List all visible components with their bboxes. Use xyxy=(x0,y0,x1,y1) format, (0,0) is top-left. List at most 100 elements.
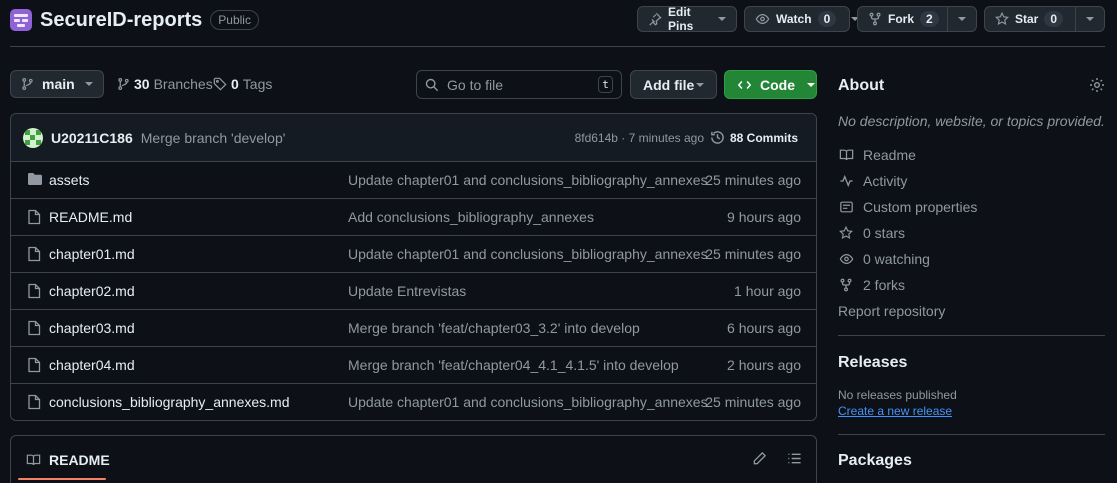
edit-pins-button[interactable]: Edit Pins xyxy=(637,5,737,33)
file-name-link[interactable]: README.md xyxy=(49,209,132,225)
commit-author[interactable]: U20211C186 xyxy=(51,130,133,146)
outline-list-icon[interactable] xyxy=(787,451,802,466)
file-commit-time: 25 minutes ago xyxy=(705,246,801,262)
file-icon xyxy=(27,394,41,410)
repo-header: SecureID-reports Public xyxy=(10,8,259,32)
fork-label: Fork xyxy=(888,12,915,26)
repo-logo-icon xyxy=(10,9,32,31)
search-icon xyxy=(425,78,439,92)
gear-icon[interactable] xyxy=(1089,77,1105,93)
commits-link[interactable]: 88 Commits xyxy=(710,130,798,145)
file-icon xyxy=(27,320,41,336)
report-repository-link[interactable]: Report repository xyxy=(838,303,945,319)
avatar[interactable] xyxy=(23,127,43,148)
tags-label: Tags xyxy=(242,76,273,92)
file-name-link[interactable]: chapter04.md xyxy=(49,357,135,373)
readme-tab-label: README xyxy=(49,452,110,468)
file-commit-message-link[interactable]: Update Entrevistas xyxy=(348,283,466,299)
fork-count: 2 xyxy=(920,11,939,27)
chevron-down-icon xyxy=(718,17,726,21)
sidebar-item-label: Custom properties xyxy=(863,199,978,215)
watch-count: 0 xyxy=(817,11,837,27)
no-releases-text: No releases published xyxy=(838,388,957,402)
sidebar-item-custom-properties[interactable]: Custom properties xyxy=(838,199,977,215)
visibility-badge: Public xyxy=(210,10,259,30)
chevron-down-icon xyxy=(1086,17,1094,21)
code-button[interactable]: Code xyxy=(724,70,817,99)
star-dropdown[interactable] xyxy=(1076,7,1104,31)
file-name-link[interactable]: assets xyxy=(49,172,89,188)
go-to-file-input[interactable]: Go to file t xyxy=(416,70,622,99)
commit-hash-time[interactable]: 8fd614b · 7 minutes ago xyxy=(575,131,704,145)
star-icon xyxy=(838,226,854,240)
readme-tab[interactable]: README xyxy=(26,452,110,468)
sidebar-item-readme[interactable]: Readme xyxy=(838,147,916,163)
tags-count: 0 xyxy=(231,76,239,92)
chevron-down-icon xyxy=(696,82,704,87)
branch-name: main xyxy=(42,76,75,92)
file-name-link[interactable]: conclusions_bibliography_annexes.md xyxy=(49,394,290,410)
file-commit-message-link[interactable]: Merge branch 'feat/chapter03_3.2' into d… xyxy=(348,320,640,336)
file-commit-message-link[interactable]: Update chapter01 and conclusions_bibliog… xyxy=(348,246,708,262)
code-icon xyxy=(737,78,752,92)
create-release-link[interactable]: Create a new release xyxy=(838,404,952,418)
file-commit-time: 1 hour ago xyxy=(734,283,801,299)
file-icon xyxy=(27,246,41,262)
file-commit-message-link[interactable]: Update chapter01 and conclusions_bibliog… xyxy=(348,394,708,410)
branches-count: 30 xyxy=(134,76,150,92)
sidebar-item-watching[interactable]: 0 watching xyxy=(838,251,930,267)
commit-message[interactable]: Merge branch 'develop' xyxy=(141,130,286,146)
star-icon xyxy=(995,12,1009,26)
file-name-link[interactable]: chapter01.md xyxy=(49,246,135,262)
branches-label: Branches xyxy=(153,76,213,92)
chevron-down-icon xyxy=(807,82,815,87)
file-row[interactable]: chapter04.md Merge branch 'feat/chapter04… xyxy=(11,347,816,384)
file-commit-message-link[interactable]: Add conclusions_bibliography_annexes xyxy=(348,209,594,225)
pin-icon xyxy=(648,12,662,26)
star-label: Star xyxy=(1015,12,1039,26)
file-name-link[interactable]: chapter03.md xyxy=(49,320,135,336)
eye-icon xyxy=(755,12,770,26)
packages-title[interactable]: Packages xyxy=(838,452,912,470)
fork-button[interactable]: Fork 2 xyxy=(857,6,977,32)
chevron-down-icon xyxy=(85,82,93,86)
book-icon xyxy=(26,453,41,467)
about-description: No description, website, or topics provi… xyxy=(838,113,1105,129)
star-count: 0 xyxy=(1044,11,1064,27)
add-file-button[interactable]: Add file xyxy=(630,70,717,99)
fork-dropdown[interactable] xyxy=(948,7,976,31)
about-title: About xyxy=(838,77,885,94)
tags-link[interactable]: 0 Tags xyxy=(213,76,272,92)
file-row[interactable]: chapter02.md Update Entrevistas 1 hour ago xyxy=(11,273,816,310)
edit-pins-label: Edit Pins xyxy=(668,5,694,33)
branch-selector[interactable]: main xyxy=(10,70,104,98)
releases-title[interactable]: Releases xyxy=(838,354,907,372)
book-icon xyxy=(838,148,854,162)
file-commit-time: 6 hours ago xyxy=(727,320,801,336)
repo-name-link[interactable]: SecureID-reports xyxy=(40,9,202,32)
file-row[interactable]: conclusions_bibliography_annexes.md Updat… xyxy=(11,384,816,420)
header-divider xyxy=(10,46,1105,47)
file-commit-time: 2 hours ago xyxy=(727,357,801,373)
folder-icon xyxy=(27,172,43,186)
pencil-icon[interactable] xyxy=(752,451,767,466)
file-row[interactable]: chapter03.md Merge branch 'feat/chapter03… xyxy=(11,310,816,347)
chevron-down-icon xyxy=(958,17,966,21)
file-row[interactable]: README.md Add conclusions_bibliography_an… xyxy=(11,199,816,236)
star-button[interactable]: Star 0 xyxy=(984,6,1105,32)
fork-icon xyxy=(838,278,854,292)
history-icon xyxy=(710,130,725,145)
commit-count: 88 Commits xyxy=(729,130,798,145)
file-commit-message-link[interactable]: Update chapter01 and conclusions_bibliog… xyxy=(348,172,708,188)
file-row[interactable]: chapter01.md Update chapter01 and conclus… xyxy=(11,236,816,273)
sidebar-item-forks[interactable]: 2 forks xyxy=(838,277,905,293)
sidebar-item-label: 0 watching xyxy=(863,251,930,267)
watch-button[interactable]: Watch 0 xyxy=(744,6,860,32)
file-commit-time: 9 hours ago xyxy=(727,209,801,225)
sidebar-item-stars[interactable]: 0 stars xyxy=(838,225,905,241)
branches-link[interactable]: 30 Branches xyxy=(117,76,213,92)
sidebar-item-activity[interactable]: Activity xyxy=(838,173,907,189)
file-row[interactable]: assets Update chapter01 and conclusions_b… xyxy=(11,162,816,199)
file-commit-message-link[interactable]: Merge branch 'feat/chapter04_4.1_4.1.5' … xyxy=(348,357,679,373)
file-name-link[interactable]: chapter02.md xyxy=(49,283,135,299)
